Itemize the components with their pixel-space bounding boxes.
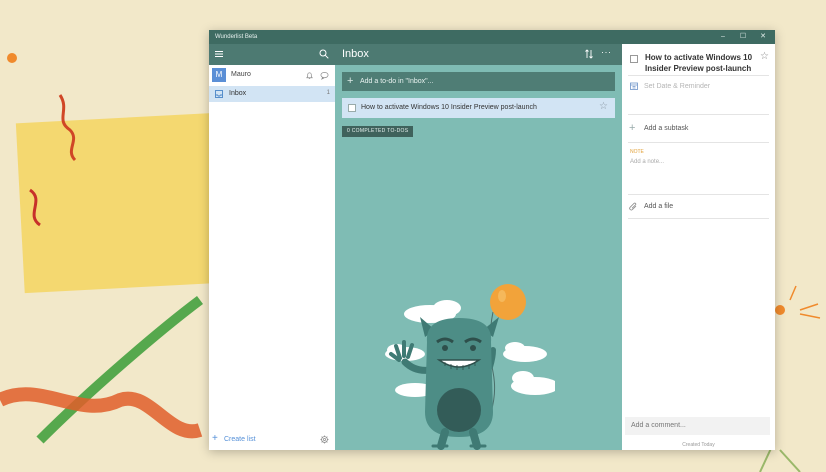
todo-checkbox[interactable] <box>348 104 356 112</box>
divider <box>628 75 769 76</box>
chat-icon[interactable] <box>320 71 329 80</box>
plus-icon: + <box>347 75 354 87</box>
task-detail-pane: How to activate Windows 10 Insider Previ… <box>622 44 775 450</box>
todo-title: How to activate Windows 10 Insider Previ… <box>361 104 537 111</box>
detail-title[interactable]: How to activate Windows 10 Insider Previ… <box>645 53 757 74</box>
wunderlist-window: Wunderlist Beta – ☐ ✕ M Mauro Inbox 1 + … <box>209 30 775 450</box>
set-date-reminder-button[interactable]: Set Date & Reminder <box>644 83 710 90</box>
divider <box>628 142 769 143</box>
maximize-button[interactable]: ☐ <box>733 30 753 44</box>
divider <box>628 218 769 219</box>
note-input[interactable]: Add a note... <box>630 159 664 165</box>
add-todo-placeholder: Add a to-do in "Inbox"... <box>360 78 434 85</box>
add-subtask-button[interactable]: Add a subtask <box>644 125 688 132</box>
sidebar-footer: + Create list <box>209 430 335 450</box>
menu-icon[interactable] <box>214 49 224 59</box>
gear-icon[interactable] <box>320 435 329 444</box>
sidebar: M Mauro Inbox 1 + Create list <box>209 44 335 450</box>
monster-illustration <box>385 284 555 450</box>
star-icon[interactable]: ☆ <box>760 51 769 62</box>
list-title: Inbox <box>342 48 369 60</box>
sidebar-header <box>209 44 335 65</box>
sort-icon[interactable] <box>584 49 594 59</box>
comment-placeholder: Add a comment... <box>631 422 686 429</box>
plus-icon: + <box>629 122 636 134</box>
todo-item[interactable]: How to activate Windows 10 Insider Previ… <box>342 98 615 118</box>
close-button[interactable]: ✕ <box>753 30 773 44</box>
task-list-pane: Inbox ··· + Add a to-do in "Inbox"... Ho… <box>335 44 622 450</box>
avatar: M <box>212 68 226 82</box>
calendar-icon <box>630 82 638 90</box>
sidebar-item-inbox[interactable]: Inbox 1 <box>209 86 335 102</box>
comment-input[interactable]: Add a comment... <box>625 417 770 435</box>
list-count-badge: 1 <box>326 90 330 96</box>
add-file-button[interactable]: Add a file <box>644 203 673 210</box>
star-icon[interactable]: ☆ <box>599 102 608 112</box>
search-icon[interactable] <box>319 49 329 59</box>
inbox-icon <box>215 90 223 98</box>
create-list-button[interactable]: Create list <box>224 436 256 443</box>
created-timestamp: Created Today <box>682 442 715 448</box>
user-name: Mauro <box>231 71 251 78</box>
list-header: Inbox ··· <box>335 44 622 65</box>
plus-icon: + <box>212 433 218 444</box>
divider <box>628 194 769 195</box>
divider <box>628 114 769 115</box>
paperclip-icon <box>629 202 637 211</box>
sidebar-item-label: Inbox <box>229 90 247 97</box>
window-title: Wunderlist Beta <box>215 34 258 40</box>
detail-checkbox[interactable] <box>630 55 638 63</box>
title-bar: Wunderlist Beta – ☐ ✕ <box>209 30 775 44</box>
add-todo-input[interactable]: + Add a to-do in "Inbox"... <box>342 72 615 91</box>
note-label: NOTE <box>630 149 644 155</box>
bell-icon[interactable] <box>305 71 314 80</box>
minimize-button[interactable]: – <box>713 30 733 44</box>
more-options-icon[interactable]: ··· <box>601 47 612 57</box>
user-row[interactable]: M Mauro <box>209 66 335 86</box>
show-completed-button[interactable]: 0 COMPLETED TO-DOS <box>342 126 414 137</box>
